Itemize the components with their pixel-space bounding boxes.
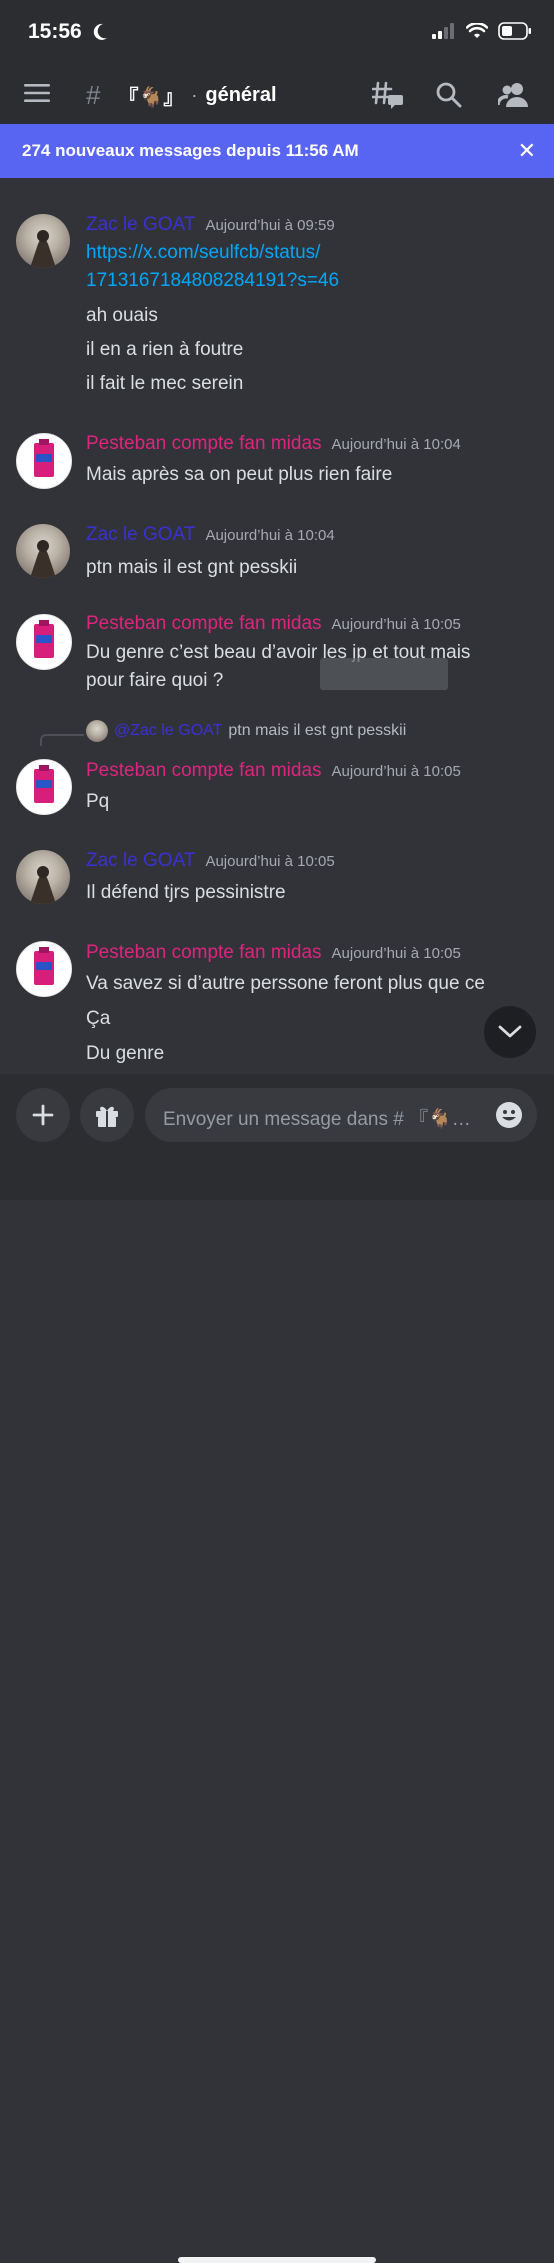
- avatar[interactable]: [16, 941, 72, 997]
- message-text: il en a rien à foutre: [86, 339, 244, 360]
- avatar[interactable]: [16, 614, 72, 670]
- threads-icon[interactable]: [372, 81, 404, 109]
- message-header: Pesteban compte fan midas Aujourd’hui à …: [86, 760, 461, 782]
- reply-mention: @Zac le GOAT: [114, 722, 223, 739]
- battery-icon: [498, 22, 531, 40]
- message-text: ptn mais il est gnt pesskii: [86, 557, 298, 578]
- close-icon[interactable]: ✕: [518, 138, 536, 164]
- timestamp: Aujourd’hui à 10:05: [331, 616, 461, 633]
- message-header: Zac le GOAT Aujourd’hui à 10:04: [86, 524, 335, 546]
- author-name[interactable]: Zac le GOAT: [86, 214, 195, 236]
- timestamp: Aujourd’hui à 10:05: [331, 945, 461, 962]
- timestamp: Aujourd’hui à 10:05: [331, 763, 461, 780]
- members-icon[interactable]: [498, 81, 528, 107]
- timestamp: Aujourd’hui à 10:04: [331, 436, 461, 453]
- author-name[interactable]: Zac le GOAT: [86, 524, 195, 546]
- reply-text: ptn mais il est gnt pesskii: [228, 722, 407, 739]
- message-text: Ça: [86, 1008, 111, 1029]
- message-text: Pq: [86, 791, 110, 812]
- message-link[interactable]: 1713167184808284191?s=46: [86, 268, 339, 294]
- hash-icon: #: [86, 80, 101, 110]
- new-messages-banner[interactable]: 274 nouveaux messages depuis 11:56 AM ✕: [0, 124, 554, 178]
- new-messages-text: 274 nouveaux messages depuis 11:56 AM: [22, 141, 359, 160]
- chevron-down-icon: [498, 1025, 522, 1038]
- timestamp: Aujourd’hui à 09:59: [205, 217, 335, 234]
- message-header: Zac le GOAT Aujourd’hui à 09:59: [86, 214, 335, 236]
- message-input[interactable]: Envoyer un message dans # 『🐐…: [145, 1088, 537, 1142]
- avatar[interactable]: [16, 433, 72, 489]
- signal-icon: [432, 23, 454, 39]
- message-header: Pesteban compte fan midas Aujourd’hui à …: [86, 433, 461, 455]
- message-header: Zac le GOAT Aujourd’hui à 10:05: [86, 850, 335, 872]
- avatar-image: [30, 230, 56, 268]
- status-indicators: [432, 22, 532, 40]
- status-time: 15:56: [28, 20, 82, 43]
- avatar[interactable]: [16, 850, 70, 904]
- moon-icon: [93, 23, 107, 40]
- channel-title[interactable]: # 『🐐』 · général: [86, 80, 277, 111]
- avatar[interactable]: [16, 214, 70, 268]
- timestamp: Aujourd’hui à 10:04: [205, 527, 335, 544]
- avatar-image: [34, 765, 54, 803]
- message-link[interactable]: https://x.com/seulfcb/status/: [86, 240, 320, 266]
- search-icon[interactable]: [436, 82, 462, 108]
- timestamp: Aujourd’hui à 10:05: [205, 853, 335, 870]
- menu-icon[interactable]: [24, 83, 50, 103]
- add-attachment-button[interactable]: [16, 1088, 70, 1142]
- author-name[interactable]: Pesteban compte fan midas: [86, 942, 322, 964]
- gift-button[interactable]: [80, 1088, 134, 1142]
- message-composer: Envoyer un message dans # 『🐐…: [0, 1074, 554, 2263]
- message-input-placeholder: Envoyer un message dans # 『🐐…: [163, 1109, 471, 1130]
- reply-avatar: [86, 720, 108, 742]
- emoji-icon[interactable]: [495, 1101, 523, 1129]
- status-bar: 15:56: [0, 0, 554, 66]
- message-text: pour faire quoi ?: [86, 670, 224, 691]
- message-text: ah ouais: [86, 305, 158, 326]
- wifi-icon: [466, 23, 488, 38]
- message-text: Va savez si d’autre perssone feront plus…: [86, 973, 485, 994]
- message-text: Mais après sa on peut plus rien faire: [86, 464, 393, 485]
- avatar-image: [34, 620, 54, 658]
- avatar[interactable]: [16, 759, 72, 815]
- avatar-image: [30, 866, 56, 904]
- avatar-image: [30, 540, 56, 578]
- message-header: Pesteban compte fan midas Aujourd’hui à …: [86, 942, 461, 964]
- channel-header: # 『🐐』 · général: [0, 66, 554, 124]
- message-text: Du genre: [86, 1043, 165, 1064]
- message-text: Il défend tjrs pessinistre: [86, 882, 286, 903]
- author-name[interactable]: Pesteban compte fan midas: [86, 613, 322, 635]
- message-text: il fait le mec serein: [86, 373, 244, 394]
- gift-icon: [96, 1106, 118, 1127]
- author-name[interactable]: Pesteban compte fan midas: [86, 760, 322, 782]
- channel-separator: ·: [191, 85, 198, 105]
- avatar[interactable]: [16, 524, 70, 578]
- author-name[interactable]: Pesteban compte fan midas: [86, 433, 322, 455]
- avatar-image: [34, 439, 54, 477]
- blurred-overlay: [320, 658, 448, 690]
- home-indicator: [178, 2257, 376, 2263]
- reply-spine: [40, 734, 84, 746]
- reply-preview[interactable]: @Zac le GOAT ptn mais il est gnt pesskii: [86, 720, 406, 742]
- channel-name: général: [205, 84, 277, 106]
- message-header: Pesteban compte fan midas Aujourd’hui à …: [86, 613, 461, 635]
- avatar-image: [34, 947, 54, 985]
- scroll-to-bottom-button[interactable]: [484, 1006, 536, 1058]
- channel-emoji: 『🐐』: [118, 87, 184, 109]
- author-name[interactable]: Zac le GOAT: [86, 850, 195, 872]
- plus-icon: [32, 1104, 54, 1126]
